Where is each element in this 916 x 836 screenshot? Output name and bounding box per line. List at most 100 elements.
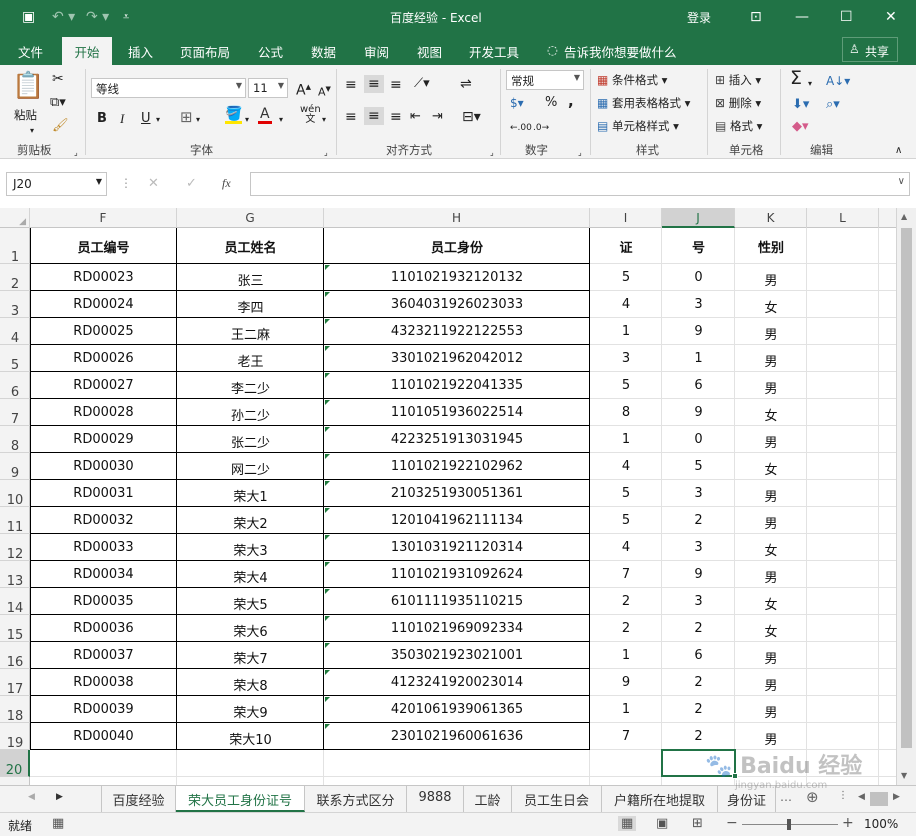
col-header-g[interactable]: G — [177, 208, 324, 228]
format-as-table-button[interactable]: ▦ 套用表格格式 ▾ — [597, 95, 690, 111]
more-sheets-icon[interactable]: … — [780, 790, 792, 804]
row-header[interactable]: 18 — [0, 696, 30, 724]
error-indicator-icon[interactable] — [325, 292, 330, 297]
page-layout-view-icon[interactable]: ▣ — [656, 816, 668, 831]
id-number-cell[interactable]: 4323211922122553 — [324, 324, 590, 339]
zoom-out-icon[interactable]: − — [726, 815, 738, 831]
font-color-icon[interactable]: A — [258, 107, 272, 124]
error-indicator-icon[interactable] — [325, 481, 330, 486]
table-cell[interactable]: RD00032 — [30, 513, 177, 528]
table-cell[interactable]: 荣大2 — [177, 513, 324, 532]
table-header-cell[interactable]: 证 — [590, 237, 662, 256]
tab-data[interactable]: 数据 — [311, 42, 336, 61]
conditional-format-button[interactable]: ▦ 条件格式 ▾ — [597, 72, 667, 88]
table-cell[interactable]: 李二少 — [177, 378, 324, 397]
tab-file[interactable]: 文件 — [18, 42, 43, 61]
table-cell[interactable]: RD00027 — [30, 378, 177, 393]
table-cell[interactable]: 荣大4 — [177, 567, 324, 586]
table-cell[interactable]: 0 — [662, 432, 735, 447]
table-cell[interactable]: 4 — [590, 540, 662, 555]
table-cell[interactable]: 5 — [590, 378, 662, 393]
worksheet-grid[interactable]: 员工编号 员工姓名 员工身份证号性别 RD00023 张三 110102193212013… — [30, 228, 896, 785]
font-color-dropdown-icon[interactable]: ▾ — [279, 112, 283, 128]
table-cell[interactable]: RD00024 — [30, 297, 177, 312]
table-cell[interactable]: 0 — [662, 270, 735, 285]
number-launcher-icon[interactable]: ⌟ — [578, 145, 582, 161]
row-header[interactable]: 16 — [0, 642, 30, 670]
table-cell[interactable]: 6 — [662, 378, 735, 393]
currency-button[interactable]: $▾ — [510, 95, 524, 111]
table-cell[interactable]: 孙二少 — [177, 405, 324, 424]
table-cell[interactable]: RD00031 — [30, 486, 177, 501]
align-center-icon[interactable]: ≡ — [364, 107, 384, 125]
clear-icon[interactable]: ◆▾ — [792, 119, 809, 135]
table-cell[interactable]: 女 — [735, 297, 807, 316]
sheet-tab-6[interactable]: 户籍所在地提取 — [602, 786, 718, 812]
table-cell[interactable]: 男 — [735, 702, 807, 721]
table-cell[interactable]: 男 — [735, 378, 807, 397]
row-header[interactable]: 10 — [0, 480, 30, 508]
error-indicator-icon[interactable] — [325, 643, 330, 648]
login-link[interactable]: 登录 — [687, 9, 711, 26]
table-cell[interactable]: 1 — [590, 648, 662, 663]
table-cell[interactable]: RD00028 — [30, 405, 177, 420]
hscroll-thumb[interactable] — [870, 792, 888, 806]
table-cell[interactable]: 2 — [662, 513, 735, 528]
id-number-cell[interactable]: 4223251913031945 — [324, 432, 590, 447]
table-cell[interactable]: 老王 — [177, 351, 324, 370]
row-header[interactable]: 12 — [0, 534, 30, 562]
table-cell[interactable]: 男 — [735, 648, 807, 667]
table-cell[interactable]: 女 — [735, 459, 807, 478]
zoom-slider-thumb[interactable] — [787, 819, 791, 830]
table-cell[interactable]: RD00033 — [30, 540, 177, 555]
row-header[interactable]: 8 — [0, 426, 30, 454]
id-number-cell[interactable]: 1201041962111134 — [324, 513, 590, 528]
paste-button[interactable]: 粘贴 — [14, 107, 37, 123]
comma-button[interactable]: , — [568, 93, 574, 109]
table-cell[interactable]: 1 — [590, 324, 662, 339]
table-cell[interactable]: 2 — [662, 621, 735, 636]
table-cell[interactable]: RD00034 — [30, 567, 177, 582]
table-cell[interactable]: 女 — [735, 540, 807, 559]
table-cell[interactable]: 2 — [590, 594, 662, 609]
table-cell[interactable]: 5 — [590, 270, 662, 285]
table-cell[interactable]: 网二少 — [177, 459, 324, 478]
table-cell[interactable]: 男 — [735, 567, 807, 586]
undo-icon[interactable]: ↶ ▾ — [52, 8, 75, 26]
table-cell[interactable]: 荣大6 — [177, 621, 324, 640]
table-cell[interactable]: 荣大10 — [177, 729, 324, 748]
id-number-cell[interactable]: 1101021932120132 — [324, 270, 590, 285]
table-cell[interactable]: 2 — [662, 675, 735, 690]
name-box[interactable]: J20 ▼ — [6, 172, 107, 196]
table-header-cell[interactable]: 员工姓名 — [177, 237, 324, 256]
col-header-f[interactable]: F — [30, 208, 177, 228]
col-header-k[interactable]: K — [735, 208, 807, 228]
border-icon[interactable]: ⊞ — [180, 109, 193, 125]
font-shrink-button[interactable]: A▼ — [318, 81, 331, 101]
col-header-l[interactable]: L — [807, 208, 879, 228]
row-header[interactable]: 13 — [0, 561, 30, 589]
error-indicator-icon[interactable] — [325, 562, 330, 567]
id-number-cell[interactable]: 6101111935110215 — [324, 594, 590, 609]
row-header[interactable]: 4 — [0, 318, 30, 346]
underline-dropdown-icon[interactable]: ▾ — [156, 112, 160, 128]
minimize-icon[interactable]: — — [795, 8, 809, 26]
table-cell[interactable]: 5 — [590, 486, 662, 501]
table-header-cell[interactable]: 号 — [662, 237, 735, 256]
format-painter-icon[interactable]: 🖌 — [52, 118, 69, 134]
id-number-cell[interactable]: 1101021922102962 — [324, 459, 590, 474]
row-header[interactable]: 14 — [0, 588, 30, 616]
table-cell[interactable]: 4 — [590, 297, 662, 312]
merge-center-icon[interactable]: ⊟▾ — [462, 109, 481, 125]
autosum-icon[interactable]: Σ — [790, 69, 802, 88]
find-select-icon[interactable]: ⌕▾ — [826, 97, 840, 113]
scroll-down-icon[interactable]: ▼ — [901, 771, 907, 780]
id-number-cell[interactable]: 4123241920023014 — [324, 675, 590, 690]
underline-button[interactable]: U — [141, 111, 151, 127]
normal-view-icon[interactable]: ▦ — [618, 816, 637, 831]
table-cell[interactable]: 5 — [662, 459, 735, 474]
fill-color-icon[interactable]: 🪣 — [225, 107, 243, 124]
table-header-cell[interactable]: 性别 — [735, 237, 807, 256]
bold-button[interactable]: B — [97, 111, 107, 127]
id-number-cell[interactable]: 1101021969092334 — [324, 621, 590, 636]
